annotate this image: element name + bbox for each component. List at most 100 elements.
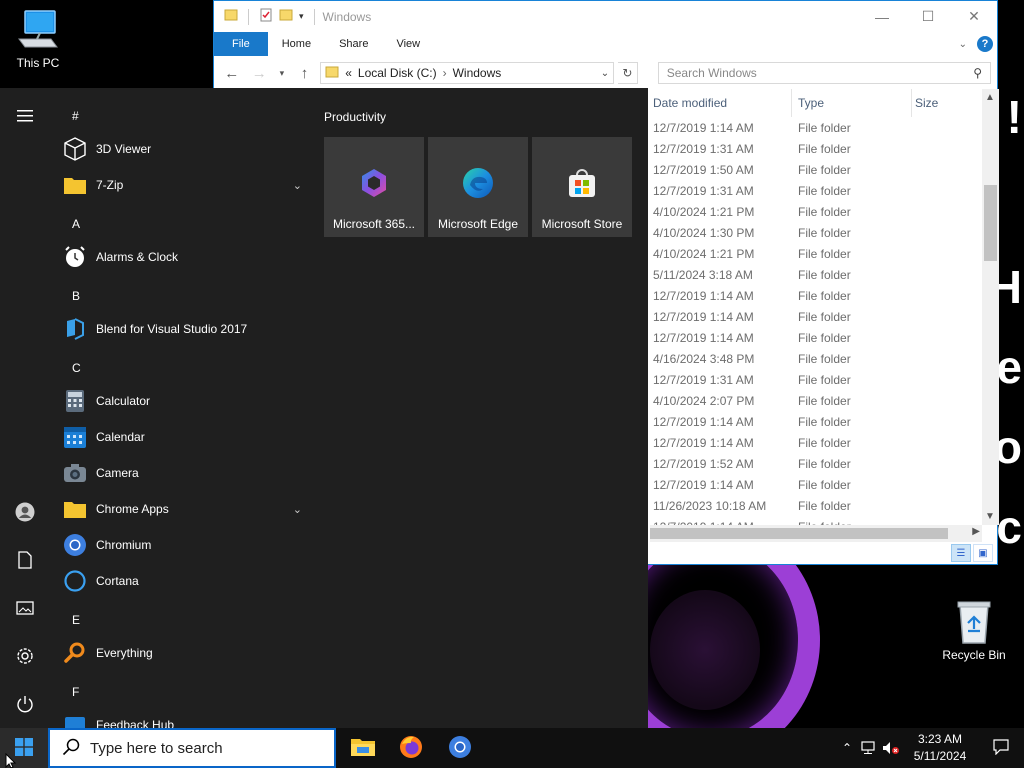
chevron-down-icon[interactable]: ⌄ [293,503,302,516]
letter-header[interactable]: F [72,685,79,699]
column-header-size[interactable]: Size [912,89,985,117]
tile-microsoft-365[interactable]: Microsoft 365... [324,137,424,237]
app-everything[interactable]: Everything [62,635,310,671]
table-row[interactable]: 12/7/2019 1:14 AMFile folder [650,432,985,453]
details-view-icon[interactable]: ☰ [951,544,971,562]
app-cortana[interactable]: Cortana [62,563,310,599]
app-3d-viewer[interactable]: 3D Viewer [62,131,310,167]
show-hidden-icons-chevron-up-icon[interactable]: ⌃ [836,728,858,768]
expand-ribbon-icon[interactable]: ⌄ [959,39,967,50]
table-row[interactable]: 4/10/2024 1:30 PM File folder [650,222,985,243]
table-row[interactable]: 12/7/2019 1:14 AMFile folder [650,327,985,348]
app-camera[interactable]: Camera [62,455,310,491]
help-icon[interactable]: ? [977,36,993,52]
taskbar-search-box[interactable] [48,728,336,768]
power-icon[interactable] [0,684,50,724]
tab-home[interactable]: Home [268,32,325,56]
scrollbar-thumb[interactable] [984,185,997,261]
properties-icon[interactable] [259,8,273,25]
explorer-titlebar[interactable]: ▾ Windows — ☐ ✕ [214,1,997,32]
breadcrumb-item-windows[interactable]: Windows [453,66,502,80]
scroll-up-icon[interactable]: ▲ [985,92,995,103]
close-button[interactable]: ✕ [951,1,997,32]
tab-file[interactable]: File [214,32,268,56]
table-row[interactable]: 4/16/2024 3:48 PM File folder [650,348,985,369]
scrollbar-thumb[interactable] [650,528,948,539]
table-row[interactable]: 12/7/2019 1:31 AM File folder [650,180,985,201]
table-row[interactable]: 5/11/2024 3:18 AM File folder [650,264,985,285]
column-header-date-modified[interactable]: Date modified [650,89,792,117]
letter-header[interactable]: # [72,109,79,123]
network-icon[interactable] [858,728,880,768]
back-arrow-icon[interactable]: ← [220,65,244,82]
taskbar-file-explorer[interactable] [339,728,387,768]
hamburger-menu-icon[interactable] [0,96,50,136]
recent-locations-icon[interactable]: ▾ [275,68,289,79]
table-row[interactable]: 12/7/2019 1:14 AMFile folder [650,117,985,138]
search-box[interactable]: ⚲ [657,62,992,84]
app-feedback-hub[interactable]: Feedback Hub [62,707,310,728]
horizontal-scrollbar[interactable]: ▶ [650,525,982,542]
calendar-icon [62,424,88,450]
table-row[interactable]: 11/26/2023 10:18 AM File folder [650,495,985,516]
documents-icon[interactable] [0,540,50,580]
volume-muted-icon[interactable] [880,728,902,768]
tile-group-title[interactable]: Productivity [324,110,386,124]
table-row[interactable]: 12/7/2019 1:14 AMFile folder [650,306,985,327]
address-field[interactable]: « Local Disk (C:) › Windows ⌄ [320,62,615,84]
letter-header[interactable]: A [72,217,80,231]
app-7-zip[interactable]: 7-Zip ⌄ [62,167,310,203]
scroll-right-icon[interactable]: ▶ [972,526,980,537]
table-row[interactable]: 4/10/2024 2:07 PM File folder [650,390,985,411]
table-row[interactable]: 4/10/2024 1:21 PM File folder [650,243,985,264]
letter-header[interactable]: E [72,613,80,627]
table-row[interactable]: 4/10/2024 1:21 PM File folder [650,201,985,222]
table-row[interactable]: 12/7/2019 1:31 AM File folder [650,138,985,159]
large-icons-view-icon[interactable]: ▣ [973,544,993,562]
user-account-icon[interactable] [0,492,50,532]
tile-microsoft-store[interactable]: Microsoft Store [532,137,632,237]
app-chrome-apps[interactable]: Chrome Apps ⌄ [62,491,310,527]
app-blend-visual-studio[interactable]: Blend for Visual Studio 2017 [62,311,310,347]
chevron-down-icon[interactable]: ⌄ [601,68,609,79]
letter-header[interactable]: C [72,361,81,375]
refresh-button[interactable]: ↻ [618,62,638,84]
forward-arrow-icon[interactable]: → [248,65,272,82]
action-center-button[interactable] [978,728,1024,768]
new-folder-icon[interactable] [279,8,293,25]
table-row[interactable]: 12/7/2019 1:14 AMFile folder [650,516,985,526]
tab-share[interactable]: Share [325,32,382,56]
taskbar-chromium[interactable] [436,728,484,768]
taskbar-firefox[interactable] [387,728,435,768]
tab-view[interactable]: View [382,32,434,56]
desktop-icon-recycle-bin[interactable]: Recycle Bin [936,600,1012,662]
pictures-icon[interactable] [0,588,50,628]
tile-microsoft-edge[interactable]: Microsoft Edge [428,137,528,237]
table-row[interactable]: 12/7/2019 1:50 AM File folder [650,159,985,180]
table-row[interactable]: 12/7/2019 1:14 AMFile folder [650,285,985,306]
app-chromium[interactable]: Chromium [62,527,310,563]
table-row[interactable]: 12/7/2019 1:14 AMFile folder [650,474,985,495]
customize-toolbar-icon[interactable]: ▾ [299,11,304,22]
app-calculator[interactable]: Calculator [62,383,310,419]
table-row[interactable]: 12/7/2019 1:52 AM File folder [650,453,985,474]
maximize-button[interactable]: ☐ [905,1,951,32]
scroll-down-icon[interactable]: ▼ [985,511,995,522]
table-row[interactable]: 12/7/2019 1:31 AM File folder [650,369,985,390]
minimize-button[interactable]: — [859,1,905,32]
letter-header[interactable]: B [72,289,80,303]
table-row[interactable]: 12/7/2019 1:14 AMFile folder [650,411,985,432]
app-calendar[interactable]: Calendar [62,419,310,455]
breadcrumb-item-local-disk[interactable]: Local Disk (C:) [358,66,437,80]
desktop-icon-this-pc[interactable]: This PC [0,8,76,70]
settings-gear-icon[interactable] [0,636,50,676]
vertical-scrollbar[interactable]: ▲ ▼ [982,89,999,525]
app-alarms-clock[interactable]: Alarms & Clock [62,239,310,275]
taskbar-clock[interactable]: 3:23 AM 5/11/2024 [902,731,978,765]
taskbar-search-input[interactable] [90,739,334,757]
up-arrow-icon[interactable]: ↑ [293,65,317,82]
column-header-type[interactable]: Type [792,89,912,117]
breadcrumb-overflow[interactable]: « [345,66,352,80]
chevron-down-icon[interactable]: ⌄ [293,179,302,192]
search-input[interactable] [666,66,974,80]
